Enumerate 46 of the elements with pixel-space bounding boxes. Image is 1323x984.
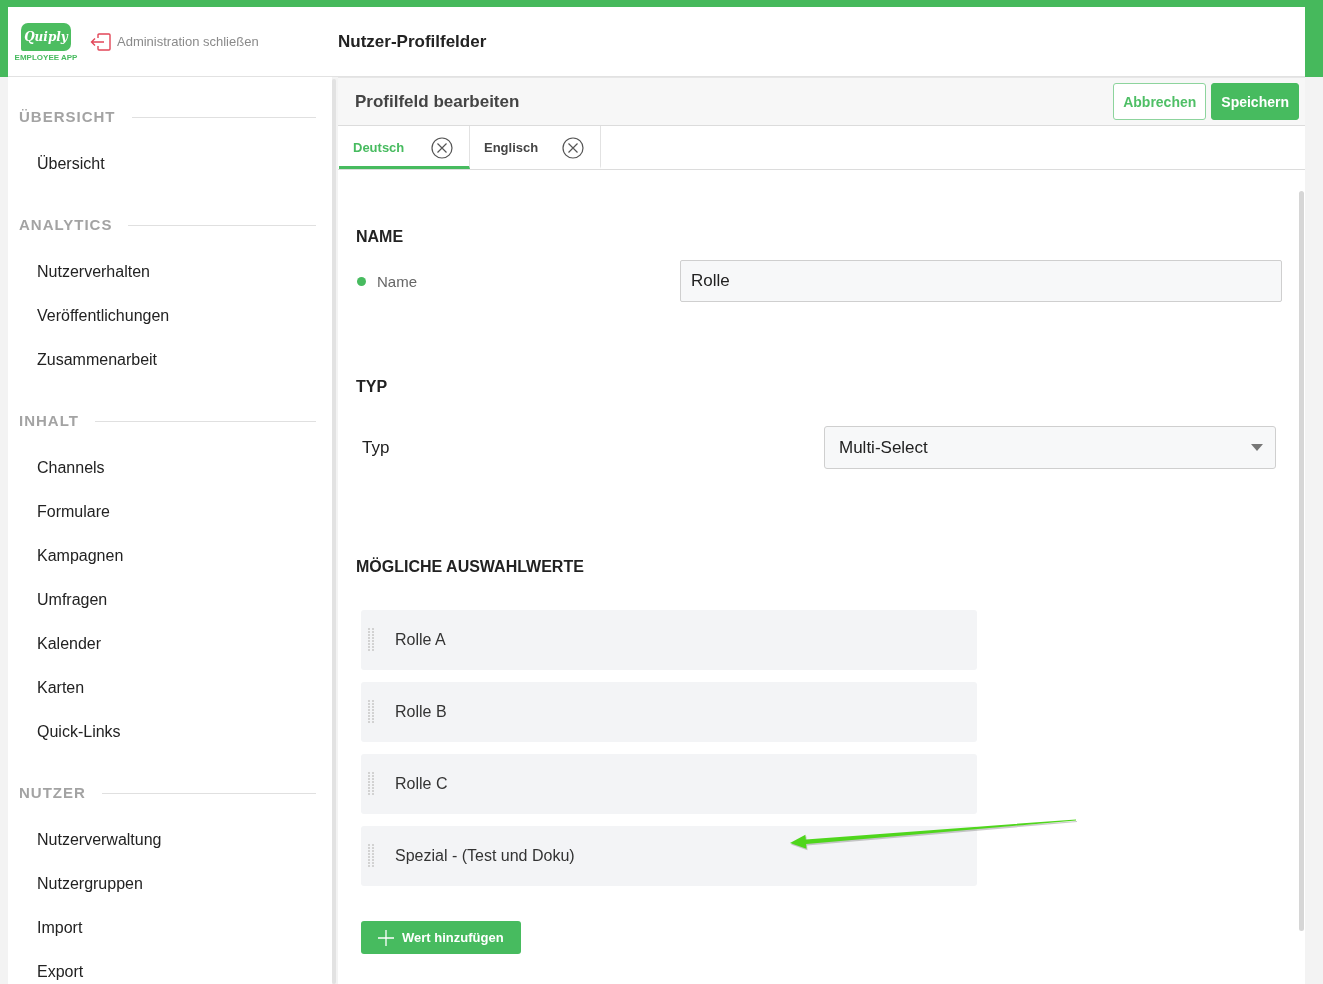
sidebar-item[interactable]: Umfragen: [8, 589, 332, 611]
field-label: Name: [377, 272, 417, 290]
sidebar-item[interactable]: Karten: [8, 677, 332, 699]
sidebar-heading: ANALYTICS: [19, 215, 113, 235]
drag-handle-icon[interactable]: [368, 844, 374, 868]
drag-handle-icon[interactable]: [368, 700, 374, 724]
option-label: Rolle C: [395, 775, 448, 793]
name-input[interactable]: Rolle: [680, 260, 1282, 302]
drag-handle-icon[interactable]: [368, 628, 374, 652]
caret-icon: [1251, 444, 1263, 451]
logo-tagline: EMPLOYEE APP: [14, 53, 78, 62]
sidebar-item[interactable]: Zusammenarbeit: [8, 349, 332, 371]
drag-handle-icon[interactable]: [368, 772, 374, 796]
section-heading: NAME: [356, 227, 405, 247]
logo-wordmark: Quiply: [21, 23, 71, 51]
sidebar-item[interactable]: Nutzerverhalten: [8, 261, 332, 283]
sidebar-item[interactable]: Nutzergruppen: [8, 873, 332, 895]
plus-icon: [378, 929, 394, 946]
page-title: Nutzer-Profilfelder: [338, 31, 487, 52]
option-label: Spezial - (Test und Doku): [395, 847, 575, 865]
language-tab[interactable]: Englisch: [470, 126, 601, 169]
sidebar-item[interactable]: Nutzerverwaltung: [8, 829, 332, 851]
sidebar-item[interactable]: Channels: [8, 457, 332, 479]
exit-icon: [90, 32, 111, 51]
panel-title: Profilfeld bearbeiten: [355, 91, 520, 112]
sidebar-item[interactable]: Export: [8, 961, 332, 983]
section-heading: TYP: [356, 377, 389, 397]
close-icon[interactable]: [562, 136, 584, 159]
option-label: Rolle B: [395, 703, 447, 721]
section-heading: MÖGLICHE AUSWAHLWERTE: [356, 557, 585, 577]
sidebar-item[interactable]: Übersicht: [8, 153, 332, 175]
type-select[interactable]: Multi-Select: [824, 426, 1276, 469]
sidebar-item[interactable]: Import: [8, 917, 332, 939]
sidebar-item[interactable]: Kampagnen: [8, 545, 332, 567]
close-admin-link[interactable]: Administration schließen: [90, 32, 259, 51]
sidebar-item[interactable]: Kalender: [8, 633, 332, 655]
sidebar-heading: NUTZER: [19, 783, 86, 803]
sidebar-item[interactable]: Quick-Links: [8, 721, 332, 743]
sidebar-item[interactable]: Veröffentlichungen: [8, 305, 332, 327]
field-label: Typ: [362, 437, 390, 458]
sidebar-heading: INHALT: [19, 411, 79, 431]
sidebar-item[interactable]: Formulare: [8, 501, 332, 523]
scrollbar[interactable]: [1299, 191, 1304, 931]
sidebar-heading: ÜBERSICHT: [19, 107, 116, 127]
close-icon[interactable]: [431, 136, 453, 159]
option-label: Rolle A: [395, 631, 446, 649]
